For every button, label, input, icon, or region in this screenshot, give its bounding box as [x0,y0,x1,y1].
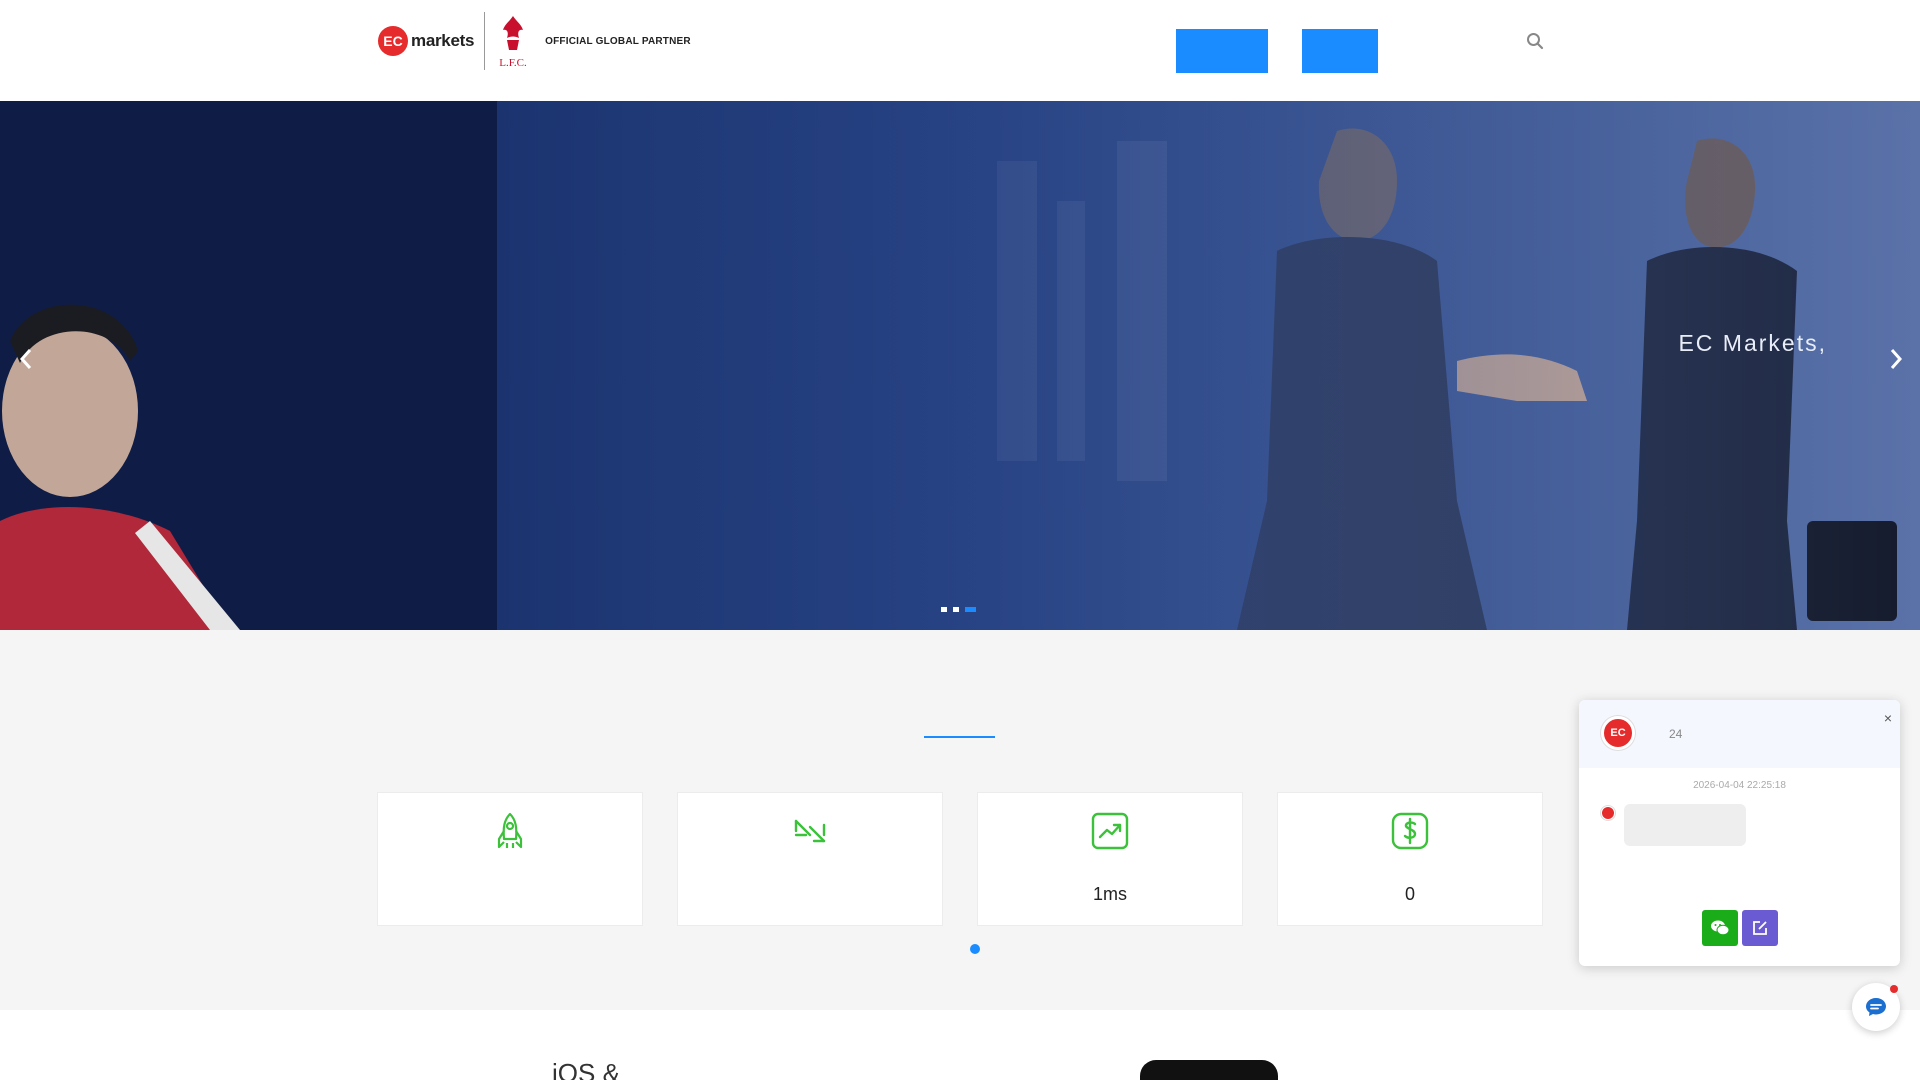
carousel-dot[interactable] [941,607,947,612]
carousel-indicators [941,607,976,612]
features-pager-dot[interactable] [970,944,980,954]
hero-caption: EC Markets, [1678,330,1827,356]
player-photo [0,101,497,630]
chat-timestamp: 2026-04-04 22:25:18 [1693,780,1786,791]
section-title-underline [924,736,995,738]
chat-bubble-icon [1866,998,1886,1016]
notification-dot [1890,985,1898,993]
nav-button-primary[interactable] [1176,29,1268,73]
feature-value: 0 [1404,884,1415,904]
edit-message-button[interactable] [1742,910,1778,946]
search-icon[interactable] [1526,32,1544,50]
feature-card[interactable] [677,792,943,926]
dollar-icon [1390,811,1430,851]
message-bubble [1624,804,1746,846]
lfc-crest-icon: L.F.C. [493,10,533,72]
nav-button-secondary[interactable] [1302,29,1378,73]
phone-mockup [1140,1060,1278,1080]
rocket-icon [490,811,530,851]
carousel-dot-active[interactable] [965,607,976,612]
chat-header: EC 24 × [1579,700,1900,768]
hero-player-panel [0,101,497,630]
partner-text: OFFICIAL GLOBAL PARTNER [545,35,691,47]
feature-card[interactable]: 0 [1277,792,1543,926]
carousel-dot[interactable] [953,607,959,612]
message-avatar [1601,806,1615,820]
ec-logo-word: markets [411,31,475,50]
logo-divider [484,12,486,70]
download-section: iOS & [0,1010,1920,1080]
chat-agent-avatar: EC [1601,716,1635,750]
carousel-next-arrow-icon[interactable] [1886,344,1906,374]
wechat-icon [1711,920,1730,936]
arrows-exchange-icon [790,811,830,851]
feature-value: 1ms [1092,884,1127,904]
site-header: EC markets L.F.C. OFFICIAL GLOBAL PARTNE… [0,0,1920,101]
hero-carousel: EC Markets, [0,101,1920,630]
edit-icon [1753,921,1767,935]
feature-card[interactable] [377,792,643,926]
hero-handshake-photo [497,101,1920,630]
svg-text:L.F.C.: L.F.C. [499,57,527,69]
chat-title: 24 [1669,727,1683,741]
chat-widget: EC 24 × 2026-04-04 22:25:18 [1579,700,1900,966]
ec-logo-badge: EC [378,26,408,56]
chat-launcher-button[interactable] [1852,983,1900,1031]
brand-logo[interactable]: EC markets L.F.C. OFFICIAL GLOBAL PARTNE… [378,10,691,72]
wechat-button[interactable] [1702,910,1738,946]
feature-card[interactable]: 1ms [977,792,1243,926]
trending-up-icon [1090,811,1130,851]
download-heading: iOS & [552,1058,620,1080]
carousel-prev-arrow-icon[interactable] [16,344,36,374]
chat-close-button[interactable]: × [1884,710,1892,726]
